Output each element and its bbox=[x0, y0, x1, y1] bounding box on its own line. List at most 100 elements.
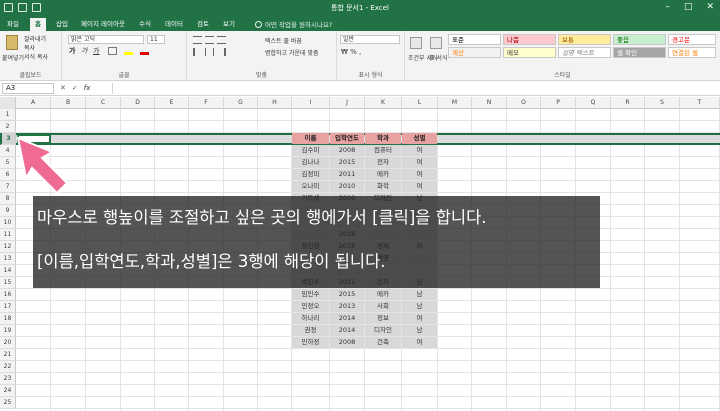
currency-icon[interactable]: ₩ % , bbox=[341, 48, 361, 56]
row-header-19[interactable]: 19 bbox=[0, 325, 16, 337]
minimize-icon[interactable]: – bbox=[665, 2, 670, 12]
tab-formulas[interactable]: 수식 bbox=[134, 18, 156, 31]
style-note[interactable]: 메모 bbox=[503, 47, 556, 58]
tab-review[interactable]: 검토 bbox=[192, 18, 214, 31]
paste-icon[interactable] bbox=[6, 35, 18, 50]
column-header-f[interactable]: F bbox=[189, 97, 224, 109]
font-name-select[interactable]: 맑은 고딕 bbox=[68, 35, 144, 44]
row-header-18[interactable]: 18 bbox=[0, 313, 16, 325]
style-warning[interactable]: 경고문 bbox=[668, 34, 716, 45]
row-header-25[interactable]: 25 bbox=[0, 397, 16, 409]
column-header-g[interactable]: G bbox=[224, 97, 258, 109]
cancel-icon[interactable]: ✕ bbox=[60, 84, 66, 92]
table-data-cell[interactable]: 여 bbox=[402, 169, 437, 180]
table-format-button[interactable]: 표 서식 bbox=[429, 53, 447, 62]
table-data-cell[interactable]: 여 bbox=[402, 145, 437, 156]
table-header-cell[interactable]: 학과 bbox=[365, 133, 401, 144]
row-header-6[interactable]: 6 bbox=[0, 169, 16, 181]
table-data-cell[interactable]: 하나리 bbox=[292, 313, 329, 324]
column-header-n[interactable]: N bbox=[472, 97, 507, 109]
border-icon[interactable] bbox=[108, 47, 117, 55]
row-header-10[interactable]: 10 bbox=[0, 217, 16, 229]
table-data-cell[interactable]: 컴퓨터 bbox=[365, 145, 401, 156]
table-data-cell[interactable]: 2008 bbox=[330, 337, 364, 348]
table-data-cell[interactable]: 남 bbox=[402, 289, 437, 300]
row-header-4[interactable]: 4 bbox=[0, 145, 16, 157]
table-data-cell[interactable]: 여 bbox=[402, 313, 437, 324]
table-data-cell[interactable]: 화학 bbox=[365, 181, 401, 192]
tab-view[interactable]: 보기 bbox=[218, 18, 240, 31]
table-data-cell[interactable]: 오나미 bbox=[292, 181, 329, 192]
table-data-cell[interactable]: 민하정 bbox=[292, 337, 329, 348]
column-header-e[interactable]: E bbox=[155, 97, 189, 109]
underline-button[interactable]: 가 bbox=[93, 46, 99, 56]
table-data-cell[interactable]: 2014 bbox=[330, 325, 364, 336]
table-data-cell[interactable]: 2010 bbox=[330, 181, 364, 192]
row-header-8[interactable]: 8 bbox=[0, 193, 16, 205]
maximize-icon[interactable]: □ bbox=[684, 2, 693, 12]
table-header-cell[interactable]: 이름 bbox=[292, 133, 329, 144]
table-data-cell[interactable]: 권정 bbox=[292, 325, 329, 336]
tell-me-box[interactable]: 어떤 작업을 원하시나요? bbox=[255, 19, 332, 29]
font-color-icon[interactable] bbox=[140, 47, 149, 55]
column-header-t[interactable]: T bbox=[680, 97, 720, 109]
table-data-cell[interactable]: 민정오 bbox=[292, 301, 329, 312]
column-header-b[interactable]: B bbox=[51, 97, 86, 109]
align-top-icon[interactable] bbox=[193, 36, 202, 44]
row-header-21[interactable]: 21 bbox=[0, 349, 16, 361]
table-data-cell[interactable]: 여 bbox=[402, 157, 437, 168]
column-header-d[interactable]: D bbox=[121, 97, 155, 109]
style-linked-cell[interactable]: 연결된 셀 bbox=[668, 47, 716, 58]
copy-button[interactable]: 복사 bbox=[24, 43, 35, 52]
row-header-24[interactable]: 24 bbox=[0, 385, 16, 397]
table-data-cell[interactable]: 2013 bbox=[330, 301, 364, 312]
column-header-p[interactable]: P bbox=[541, 97, 576, 109]
tab-data[interactable]: 데이터 bbox=[160, 18, 188, 31]
align-left-icon[interactable] bbox=[193, 48, 202, 56]
name-box[interactable]: A3 bbox=[2, 83, 54, 94]
tab-insert[interactable]: 삽입 bbox=[51, 18, 73, 31]
row-header-16[interactable]: 16 bbox=[0, 289, 16, 301]
paste-button[interactable]: 붙여넣기 bbox=[2, 53, 24, 62]
row-header-22[interactable]: 22 bbox=[0, 361, 16, 373]
tab-page-layout[interactable]: 페이지 레이아웃 bbox=[76, 18, 130, 31]
table-data-cell[interactable]: 2011 bbox=[330, 169, 364, 180]
wrap-text-button[interactable]: 텍스트 줄 바꿈 bbox=[265, 36, 302, 45]
enter-icon[interactable]: ✓ bbox=[72, 84, 78, 92]
table-data-cell[interactable]: 김정미 bbox=[292, 169, 329, 180]
align-right-icon[interactable] bbox=[217, 48, 226, 56]
table-data-cell[interactable]: 2015 bbox=[330, 289, 364, 300]
table-data-cell[interactable]: 김수미 bbox=[292, 145, 329, 156]
table-data-cell[interactable]: 여 bbox=[402, 181, 437, 192]
table-header-cell[interactable]: 성별 bbox=[402, 133, 437, 144]
table-data-cell[interactable]: 2008 bbox=[330, 145, 364, 156]
italic-button[interactable]: 가 bbox=[81, 46, 87, 56]
conditional-format-icon[interactable] bbox=[410, 37, 422, 49]
fill-color-icon[interactable] bbox=[124, 47, 133, 55]
style-normal[interactable]: 표준 bbox=[448, 34, 501, 45]
row-header-7[interactable]: 7 bbox=[0, 181, 16, 193]
align-bottom-icon[interactable] bbox=[217, 36, 226, 44]
font-size-select[interactable]: 11 bbox=[147, 35, 165, 44]
row-header-17[interactable]: 17 bbox=[0, 301, 16, 313]
style-check-cell[interactable]: 셀 확인 bbox=[613, 47, 666, 58]
row-header-12[interactable]: 12 bbox=[0, 241, 16, 253]
merge-center-button[interactable]: 병합하고 가운데 맞춤 bbox=[265, 48, 319, 57]
table-format-icon[interactable] bbox=[430, 37, 442, 49]
column-header-m[interactable]: M bbox=[438, 97, 472, 109]
formula-input[interactable] bbox=[112, 83, 718, 94]
tab-home[interactable]: 홈 bbox=[30, 18, 46, 31]
table-data-cell[interactable]: 사회 bbox=[365, 301, 401, 312]
select-all-corner[interactable] bbox=[0, 97, 16, 109]
align-middle-icon[interactable] bbox=[205, 36, 214, 44]
table-data-cell[interactable]: 전자 bbox=[365, 157, 401, 168]
row-header-5[interactable]: 5 bbox=[0, 157, 16, 169]
column-header-l[interactable]: L bbox=[402, 97, 438, 109]
table-data-cell[interactable]: 남 bbox=[402, 301, 437, 312]
close-icon[interactable]: ✕ bbox=[706, 2, 714, 12]
table-data-cell[interactable]: 정보 bbox=[365, 313, 401, 324]
table-header-cell[interactable]: 입학연도 bbox=[330, 133, 364, 144]
cut-button[interactable]: 잘라내기 bbox=[24, 34, 46, 43]
style-good[interactable]: 좋음 bbox=[613, 34, 666, 45]
row-header-14[interactable]: 14 bbox=[0, 265, 16, 277]
